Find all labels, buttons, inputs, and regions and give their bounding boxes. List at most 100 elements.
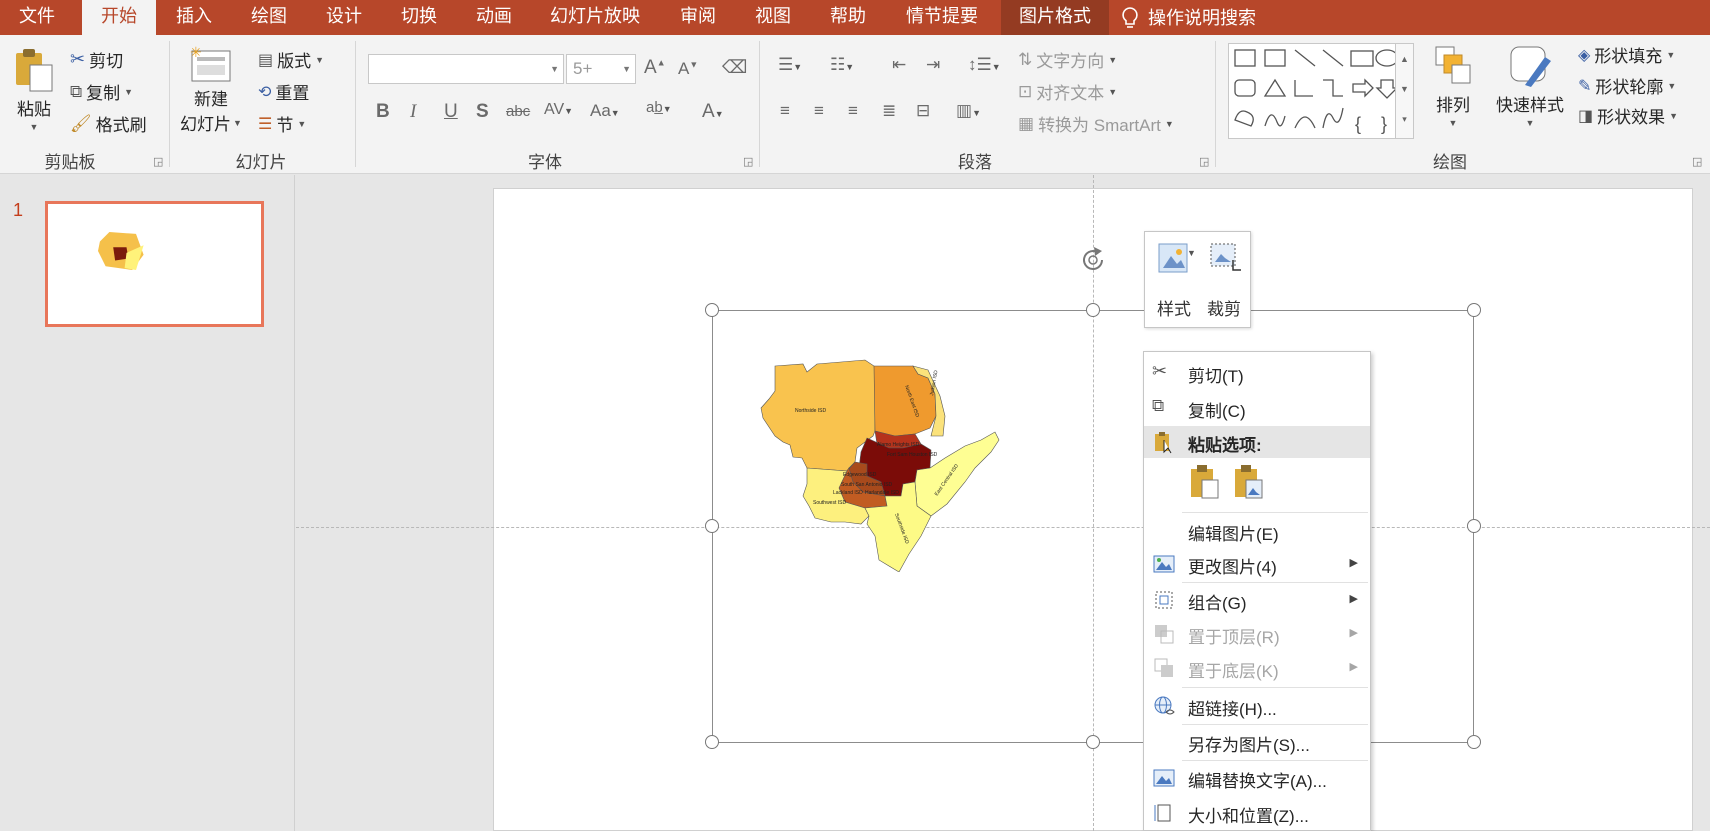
clear-formatting-icon[interactable]: ⌫	[722, 57, 747, 78]
menu-item-size-position[interactable]: 大小和位置(Z)...	[1144, 797, 1370, 829]
menu-item-change-picture[interactable]: 更改图片(4) ▶	[1144, 548, 1370, 580]
font-name-combo[interactable]: ▼	[368, 54, 564, 84]
numbering-icon[interactable]: ☷▼	[830, 55, 854, 75]
align-center-icon[interactable]: ≡	[814, 101, 824, 121]
underline-icon[interactable]: U	[444, 101, 458, 123]
bullets-icon[interactable]: ☰▼	[778, 55, 802, 75]
paste-button[interactable]: 粘贴 ▼	[12, 47, 56, 132]
character-spacing-icon[interactable]: AV▼	[544, 101, 573, 119]
align-right-icon[interactable]: ≡	[848, 101, 858, 121]
menu-item-send-to-back[interactable]: 置于底层(K) ▶	[1144, 652, 1370, 684]
font-color-icon[interactable]: A▼	[702, 101, 724, 123]
menu-item-cut[interactable]: ✂ 剪切(T)	[1144, 357, 1370, 389]
tab-design[interactable]: 设计	[307, 0, 381, 35]
tab-insert[interactable]: 插入	[157, 0, 231, 35]
decrease-font-icon[interactable]: A▼	[678, 59, 698, 79]
font-size-value: 5+	[573, 59, 593, 78]
font-launcher-icon[interactable]: ◲	[743, 155, 753, 168]
style-button[interactable]: ▼ 样式	[1153, 238, 1197, 323]
paste-option-picture[interactable]	[1232, 464, 1266, 500]
chevron-down-icon: ▼	[1164, 118, 1174, 129]
line-spacing-icon[interactable]: ↕☰▼	[968, 55, 1001, 75]
paste-option-use-destination[interactable]	[1188, 464, 1222, 500]
tab-draw[interactable]: 绘图	[232, 0, 306, 35]
shape-effects-button[interactable]: ◨ 形状效果 ▼	[1578, 103, 1678, 128]
paragraph-launcher-icon[interactable]: ◲	[1199, 155, 1209, 168]
resize-handle-bottom[interactable]	[1086, 735, 1100, 749]
menu-separator	[1182, 687, 1368, 688]
strikethrough-icon[interactable]: abc	[506, 103, 530, 120]
tab-slideshow[interactable]: 幻灯片放映	[540, 0, 650, 35]
new-slide-button[interactable]: ✳ 新建 幻灯片 ▼	[180, 45, 242, 135]
tab-storyboarding[interactable]: 情节提要	[892, 0, 992, 35]
convert-smartart-button[interactable]: ▦ 转换为 SmartArt ▼	[1018, 111, 1174, 136]
shape-fill-button[interactable]: ◈ 形状填充 ▼	[1578, 42, 1675, 67]
menu-item-label: 复制(C)	[1188, 402, 1246, 421]
rotate-handle-icon[interactable]	[1078, 245, 1108, 275]
menu-item-copy[interactable]: ⧉ 复制(C)	[1144, 392, 1370, 424]
tab-review[interactable]: 审阅	[661, 0, 735, 35]
tab-help[interactable]: 帮助	[811, 0, 885, 35]
shape-outline-button[interactable]: ✎ 形状轮廓 ▼	[1578, 73, 1676, 98]
gallery-scroll[interactable]: ▲ ▼ ▾	[1395, 44, 1413, 138]
font-size-combo[interactable]: 5+ ▼	[566, 54, 636, 84]
tab-view[interactable]: 视图	[736, 0, 810, 35]
resize-handle-bottom-left[interactable]	[705, 735, 719, 749]
resize-handle-top-right[interactable]	[1467, 303, 1481, 317]
reset-label: 重置	[275, 84, 310, 103]
resize-handle-left[interactable]	[705, 519, 719, 533]
bold-icon[interactable]: B	[376, 101, 390, 123]
layout-button[interactable]: ▤ 版式 ▼	[258, 47, 324, 72]
cut-button[interactable]: ✂ 剪切	[70, 47, 123, 72]
highlight-icon[interactable]: ab̲▼	[646, 99, 672, 116]
increase-indent-icon[interactable]: ⇥	[926, 55, 940, 75]
italic-icon[interactable]: I	[410, 101, 416, 123]
slide-thumbnail[interactable]	[45, 201, 264, 327]
tab-transitions[interactable]: 切换	[382, 0, 456, 35]
thumbnail-map-image	[98, 232, 144, 270]
tab-animations[interactable]: 动画	[457, 0, 531, 35]
align-text-button[interactable]: ⊡ 对齐文本 ▼	[1018, 79, 1117, 104]
arrange-button[interactable]: 排列 ▼	[1432, 43, 1474, 128]
decrease-indent-icon[interactable]: ⇤	[892, 55, 906, 75]
tab-picture-format[interactable]: 图片格式	[1001, 0, 1109, 35]
menu-item-group[interactable]: 组合(G) ▶	[1144, 584, 1370, 616]
drawing-launcher-icon[interactable]: ◲	[1692, 155, 1702, 168]
format-painter-button[interactable]: 🖌 格式刷	[70, 111, 147, 136]
copy-button[interactable]: ⧉ 复制 ▼	[70, 79, 133, 104]
reset-button[interactable]: ⟲ 重置	[258, 79, 309, 104]
shape-effects-label: 形状效果	[1597, 108, 1666, 127]
copy-icon: ⧉	[70, 81, 83, 101]
resize-handle-top-left[interactable]	[705, 303, 719, 317]
menu-item-label: 粘贴选项:	[1188, 436, 1262, 455]
align-text-icon: ⊡	[1018, 81, 1033, 101]
columns-icon[interactable]: ▥▼	[956, 101, 981, 121]
paintbrush-icon: 🖌	[70, 113, 92, 133]
distributed-icon[interactable]: ⊟	[916, 101, 930, 121]
shapes-gallery[interactable]: {} ▲ ▼ ▾	[1228, 43, 1414, 139]
paste-keep-format-icon	[1191, 465, 1219, 499]
crop-button[interactable]: 裁剪	[1201, 238, 1247, 323]
tell-me-search[interactable]: 操作说明搜索	[1120, 0, 1280, 35]
align-left-icon[interactable]: ≡	[780, 101, 790, 121]
slides-group-label: 幻灯片	[235, 153, 287, 172]
menu-item-bring-to-front[interactable]: 置于顶层(R) ▶	[1144, 618, 1370, 650]
shadow-icon[interactable]: S	[476, 101, 489, 123]
menu-item-edit-alt-text[interactable]: 编辑替换文字(A)...	[1144, 762, 1370, 794]
resize-handle-bottom-right[interactable]	[1467, 735, 1481, 749]
increase-font-icon[interactable]: A▲	[644, 57, 666, 79]
tab-home[interactable]: 开始	[82, 0, 156, 35]
clipboard-launcher-icon[interactable]: ◲	[153, 155, 163, 168]
text-direction-button[interactable]: ⇅ 文字方向 ▼	[1018, 47, 1117, 72]
resize-handle-top[interactable]	[1086, 303, 1100, 317]
change-case-icon[interactable]: Aa▼	[590, 101, 620, 121]
menu-item-save-as-picture[interactable]: 另存为图片(S)...	[1144, 726, 1370, 758]
resize-handle-right[interactable]	[1467, 519, 1481, 533]
menu-item-edit-picture[interactable]: 编辑图片(E)	[1144, 515, 1370, 547]
tab-file[interactable]: 文件	[0, 0, 74, 35]
section-button[interactable]: ☰ 节 ▼	[258, 111, 306, 136]
quick-styles-button[interactable]: 快速样式 ▼	[1496, 43, 1564, 128]
menu-item-hyperlink[interactable]: 超链接(H)...	[1144, 690, 1370, 722]
justify-icon[interactable]: ≣	[882, 101, 896, 121]
new-slide-label-1: 新建	[193, 90, 228, 109]
